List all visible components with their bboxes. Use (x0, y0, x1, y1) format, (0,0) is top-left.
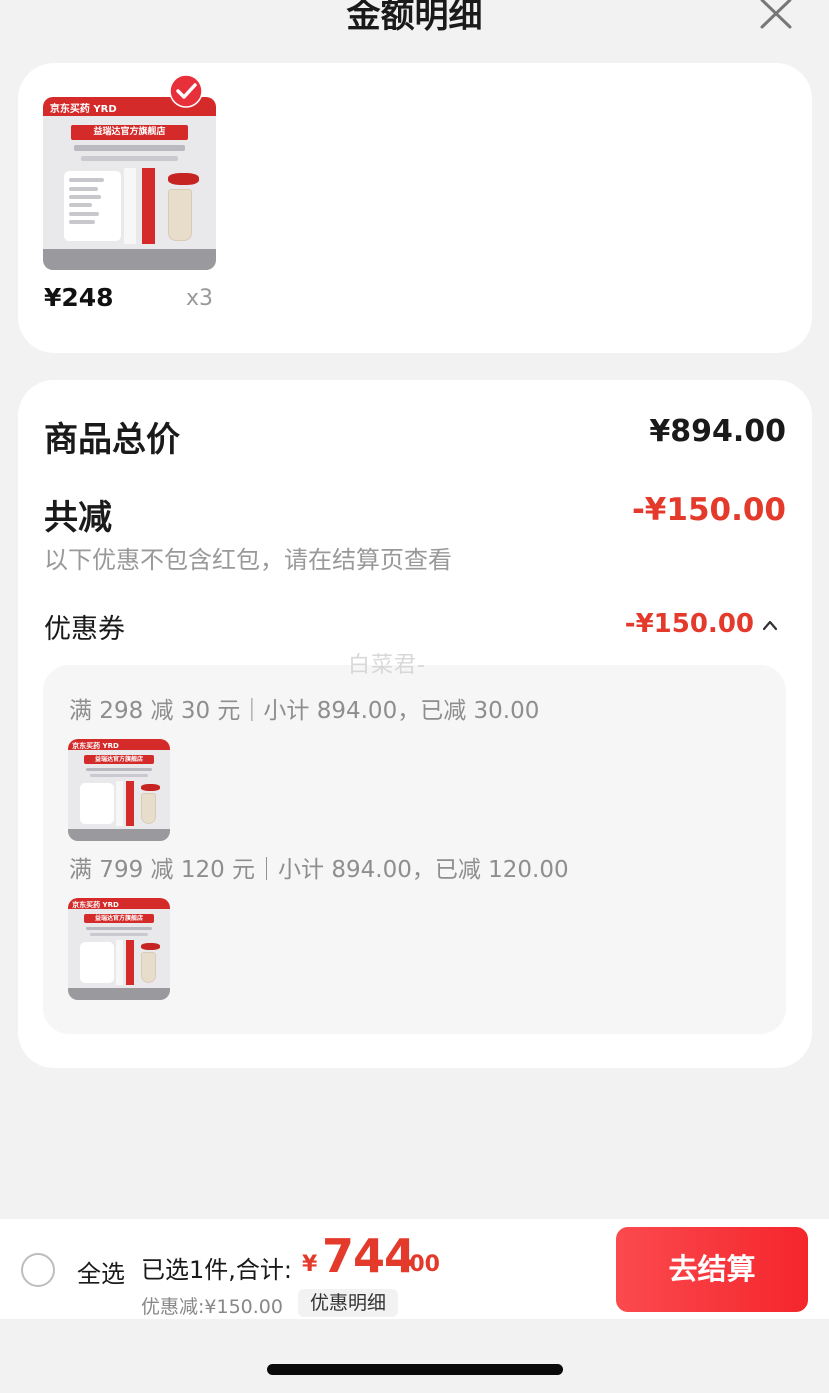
select-all-label[interactable]: 全选 (77, 1254, 125, 1289)
checkout-button[interactable]: 去结算 (616, 1227, 808, 1312)
total-value: ¥894.00 (649, 414, 786, 449)
header: 金额明细 (0, 0, 829, 50)
watermark: 白菜君- (348, 653, 426, 678)
product-quantity: x3 (186, 286, 214, 311)
bottom-bar: 全选 已选1件,合计: ¥ 744 .00 优惠减:¥150.00 优惠明细 去… (0, 1219, 829, 1319)
home-indicator (267, 1364, 563, 1375)
selected-count-text: 已选1件,合计: (141, 1256, 292, 1284)
discount-label: 共减 (44, 498, 112, 538)
coupon-product-image: 京东买药 YRD 益瑞达官方旗舰店 (68, 898, 170, 1000)
product-image[interactable]: 京东买药 YRD 益瑞达官方旗舰店 (43, 97, 216, 270)
discount-value: -¥150.00 (631, 492, 786, 528)
product-price: ¥248 (44, 283, 114, 312)
page-title: 金额明细 (346, 0, 483, 36)
coupon-value[interactable]: -¥150.00 (625, 609, 754, 639)
discount-detail-button[interactable]: 优惠明细 (298, 1289, 399, 1317)
coupon-detail-box: 满 298 减 30 元｜小计 894.00，已减 30.00 京东买药 YRD… (43, 665, 786, 1034)
amount-decimal: .00 (401, 1252, 440, 1277)
coupon-rule: 满 799 减 120 元｜小计 894.00，已减 120.00 (69, 857, 569, 883)
total-label: 商品总价 (44, 420, 180, 460)
checked-icon[interactable] (169, 74, 203, 108)
saved-amount: 优惠减:¥150.00 (141, 1296, 283, 1318)
coupon-rule: 满 298 减 30 元｜小计 894.00，已减 30.00 (69, 698, 540, 724)
coupon-label[interactable]: 优惠券 (44, 607, 125, 646)
close-icon[interactable] (758, 0, 794, 30)
select-all-radio[interactable] (21, 1253, 55, 1287)
summary-card: 商品总价 ¥894.00 共减 -¥150.00 以下优惠不包含红包，请在结算页… (18, 380, 812, 1068)
chevron-up-icon[interactable] (762, 619, 778, 631)
amount-currency: ¥ (302, 1252, 318, 1277)
coupon-product-image: 京东买药 YRD 益瑞达官方旗舰店 (68, 739, 170, 841)
discount-note: 以下优惠不包含红包，请在结算页查看 (44, 546, 452, 574)
product-card: 京东买药 YRD 益瑞达官方旗舰店 ¥248 x3 (18, 63, 812, 353)
